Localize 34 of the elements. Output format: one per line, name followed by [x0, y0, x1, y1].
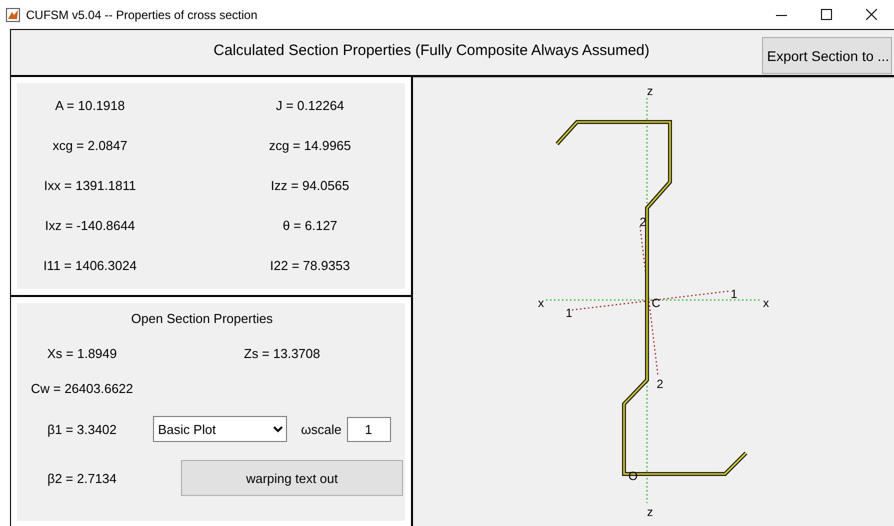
centroid-label: C — [652, 296, 660, 310]
section-properties-title: Calculated Section Properties (Fully Composite Always Assumed) — [212, 42, 651, 59]
property-value: I11 = 1406.3024 — [42, 257, 138, 274]
app-icon — [6, 8, 20, 22]
omega-scale-field[interactable]: 1 — [346, 416, 390, 442]
axis-label: 1 — [730, 287, 738, 301]
property-value: J = 0.12264 — [274, 97, 346, 114]
property-value: β2 = 2.7134 — [46, 470, 118, 486]
window-title: CUFSM v5.04 -- Properties of cross section — [26, 8, 258, 22]
export-button[interactable]: Export Section to ... — [762, 37, 892, 74]
omega-scale-label: ωscale — [301, 422, 342, 436]
axis-label: x — [538, 296, 544, 310]
property-value: Cw = 26403.6622 — [30, 381, 134, 396]
property-value: A = 10.1918 — [54, 97, 126, 114]
property-value: β1 = 3.3402 — [46, 422, 118, 436]
close-icon[interactable] — [866, 9, 877, 20]
property-value: Zs = 13.3708 — [242, 346, 322, 361]
property-value: Ixx = 1391.1811 — [43, 177, 137, 194]
axis-label: 2 — [656, 377, 664, 391]
axis-label: 1 — [566, 306, 572, 320]
axis-label: z — [647, 505, 653, 519]
open-section-title: Open Section Properties — [130, 311, 274, 326]
property-value: zcg = 14.9965 — [268, 137, 352, 154]
property-value: Ixz = -140.8644 — [44, 217, 136, 234]
property-value: I22 = 78.9353 — [269, 257, 351, 274]
axis-label: z — [647, 84, 653, 98]
property-value: θ = 6.127 — [282, 217, 338, 234]
property-value: Izz = 94.0565 — [270, 177, 350, 194]
property-value: Xs = 1.8949 — [46, 346, 118, 361]
property-value: xcg = 2.0847 — [52, 137, 128, 154]
plot-type-dropdown[interactable]: Basic Plot — [153, 416, 287, 442]
warping-text-button[interactable]: warping text out — [181, 460, 403, 496]
axis-label: x — [763, 296, 769, 310]
maximize-icon[interactable] — [821, 9, 832, 20]
